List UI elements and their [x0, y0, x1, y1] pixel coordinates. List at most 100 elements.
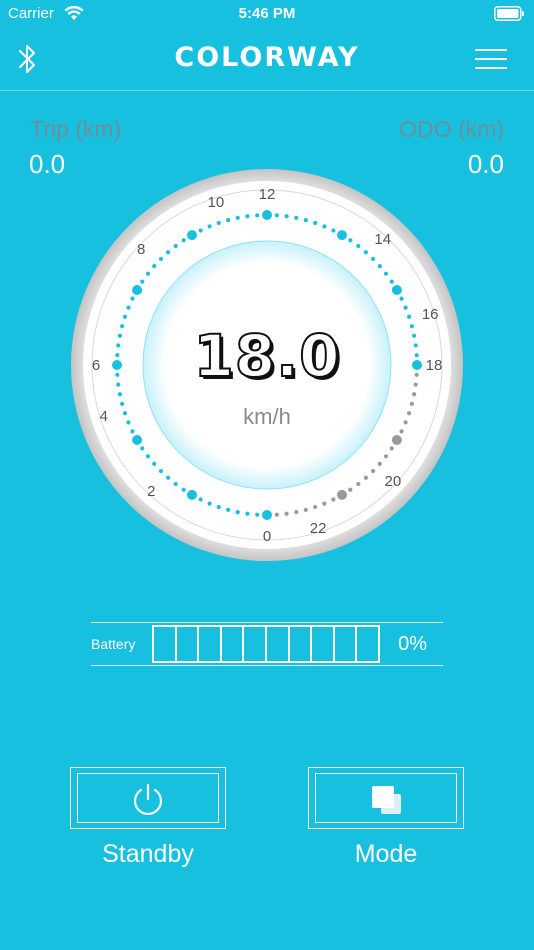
speedometer-gauge: 0 2 4 6 8 10 12 14 16 18 20 22 18.0 km/h: [70, 168, 464, 562]
status-bar: Carrier 5:46 PM: [0, 0, 534, 28]
battery-cell: [177, 627, 200, 661]
gauge-minor-dot: [399, 296, 404, 301]
gauge-minor-dot: [383, 454, 389, 459]
gauge-minor-dot: [274, 512, 279, 517]
gauge-minor-dot: [226, 218, 231, 223]
gauge-minor-dot: [348, 238, 353, 243]
gauge-minor-dot: [181, 238, 186, 243]
battery-cell: [335, 627, 358, 661]
gauge-minor-dot: [313, 220, 318, 226]
gauge-minor-dot: [245, 511, 250, 516]
gauge-major-dot: [262, 510, 272, 520]
gauge-minor-dot: [412, 392, 417, 397]
app-title: COLORWAY: [174, 42, 360, 73]
gauge-major-dot: [262, 210, 272, 220]
layers-icon: [309, 782, 463, 823]
gauge-minor-dot: [348, 487, 353, 492]
gauge-minor-dot: [255, 512, 260, 517]
battery-cell: [244, 627, 267, 661]
mode-label: Mode: [354, 840, 418, 868]
standby-label: Standby: [102, 840, 194, 868]
battery-cell: [222, 627, 245, 661]
gauge-tick-label: 22: [310, 520, 327, 537]
gauge-minor-dot: [356, 243, 361, 249]
gauge-minor-dot: [294, 510, 299, 515]
battery-cell: [290, 627, 313, 661]
gauge-minor-dot: [130, 296, 135, 301]
gauge-minor-dot: [166, 475, 171, 480]
battery-label: Battery: [91, 636, 136, 652]
gauge-minor-dot: [235, 510, 240, 515]
gauge-minor-dot: [322, 501, 327, 506]
gauge-minor-dot: [152, 264, 157, 269]
gauge-tick-label: 12: [259, 186, 276, 203]
gauge-tick-label: 14: [374, 231, 391, 248]
gauge-major-dot: [187, 489, 197, 500]
power-icon: [71, 782, 225, 823]
gauge-major-dot: [337, 489, 347, 500]
gauge-tick-label: 10: [208, 194, 225, 211]
trip-value: 0.0: [29, 149, 66, 179]
gauge-major-dot: [391, 435, 402, 445]
gauge-minor-dot: [389, 446, 394, 451]
gauge-minor-dot: [173, 243, 178, 249]
gauge-minor-dot: [313, 504, 318, 510]
gauge-minor-dot: [173, 481, 178, 487]
gauge-minor-dot: [356, 481, 361, 487]
gauge-minor-dot: [370, 468, 376, 474]
speed-unit: km/h: [243, 404, 291, 429]
nav-bar: COLORWAY: [0, 28, 534, 91]
gauge-minor-dot: [245, 214, 250, 219]
status-time: 5:46 PM: [238, 5, 296, 22]
battery-cell: [357, 627, 378, 661]
gauge-minor-dot: [383, 271, 389, 276]
gauge-minor-dot: [363, 250, 368, 255]
gauge-minor-dot: [294, 215, 299, 220]
gauge-minor-dot: [158, 256, 164, 262]
battery-cell: [267, 627, 290, 661]
gauge-minor-dot: [370, 256, 376, 262]
gauge-major-dot: [132, 285, 143, 295]
battery-indicator: Battery 0%: [91, 622, 443, 666]
gauge-minor-dot: [181, 487, 186, 492]
battery-status-icon: [494, 6, 525, 25]
gauge-major-dot: [132, 435, 143, 445]
gauge-minor-dot: [303, 218, 308, 223]
gauge-minor-dot: [166, 250, 171, 255]
gauge-minor-dot: [122, 314, 128, 319]
gauge-minor-dot: [198, 497, 203, 502]
gauge-minor-dot: [198, 228, 203, 233]
gauge-minor-dot: [235, 215, 240, 220]
menu-icon[interactable]: [475, 48, 507, 75]
gauge-minor-dot: [331, 228, 336, 233]
gauge-minor-dot: [406, 314, 412, 319]
gauge-minor-dot: [126, 305, 131, 310]
gauge-minor-dot: [216, 220, 221, 226]
mode-button[interactable]: [308, 767, 464, 829]
gauge-minor-dot: [331, 497, 336, 502]
gauge-minor-dot: [389, 279, 394, 284]
odo-value: 0.0: [467, 149, 504, 179]
gauge-minor-dot: [255, 213, 260, 218]
battery-cell: [312, 627, 335, 661]
gauge-minor-dot: [207, 224, 212, 229]
gauge-minor-dot: [140, 446, 145, 451]
battery-cell: [199, 627, 222, 661]
gauge-minor-dot: [145, 271, 151, 276]
gauge-minor-dot: [403, 305, 408, 310]
gauge-major-dot: [391, 285, 402, 295]
gauge-minor-dot: [377, 264, 382, 269]
gauge-minor-dot: [140, 279, 145, 284]
odo-label: ODO (km): [399, 116, 504, 142]
battery-percent: 0%: [398, 633, 427, 655]
gauge-minor-dot: [284, 511, 289, 516]
gauge-minor-dot: [274, 213, 279, 218]
gauge-major-dot: [337, 230, 347, 241]
gauge-minor-dot: [145, 454, 151, 459]
gauge-minor-dot: [363, 475, 368, 480]
standby-button[interactable]: [70, 767, 226, 829]
battery-cell: [154, 627, 177, 661]
gauge-minor-dot: [158, 468, 164, 474]
gauge-tick-label: 2: [147, 483, 155, 500]
gauge-minor-dot: [207, 501, 212, 506]
